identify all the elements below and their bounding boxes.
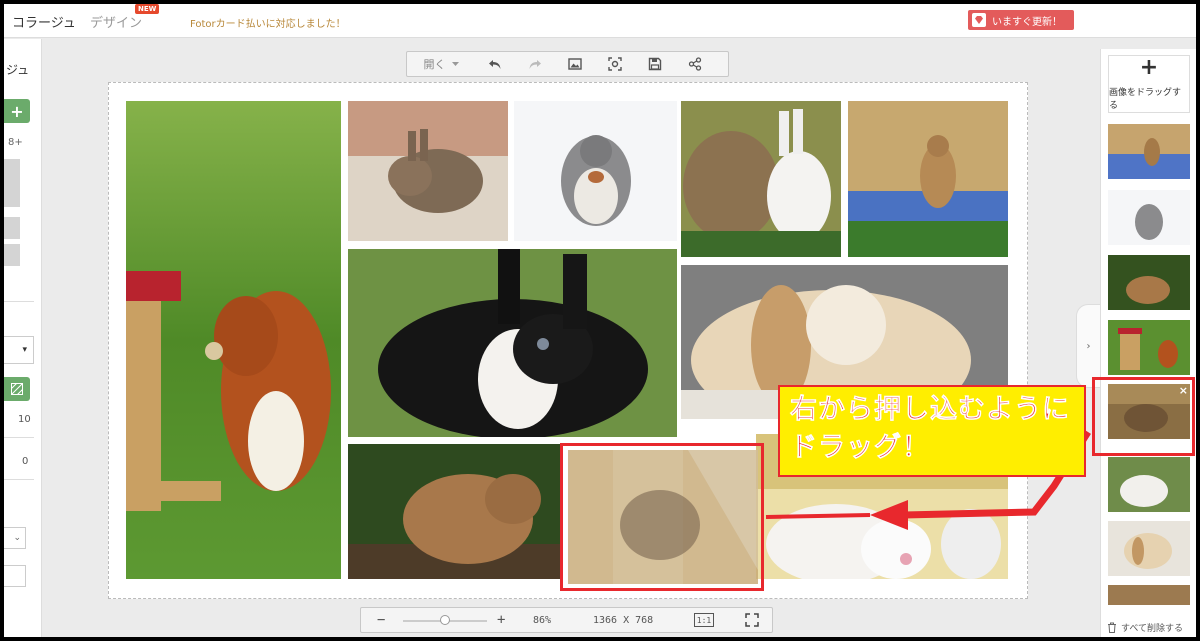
option-box[interactable]: ⌄ <box>4 527 26 549</box>
pattern-button[interactable] <box>4 377 30 401</box>
pattern-icon <box>11 383 23 395</box>
redo-button[interactable] <box>515 51 555 77</box>
zoom-slider-handle[interactable] <box>440 615 450 625</box>
option-box[interactable] <box>4 565 26 587</box>
panel-title: ジュ <box>6 63 30 77</box>
ratio-dropdown[interactable]: ▾ <box>4 336 34 364</box>
update-now-button[interactable]: いますぐ更新！ <box>968 10 1074 30</box>
actual-size-button[interactable]: 1:1 <box>694 613 714 627</box>
share-button[interactable] <box>675 51 715 77</box>
tab-collage[interactable]: コラージュ <box>12 12 76 31</box>
image-button[interactable] <box>555 51 595 77</box>
image-thumbnail[interactable] <box>1108 320 1190 375</box>
chevron-down-icon <box>451 61 459 66</box>
image-thumbnail[interactable] <box>1108 521 1190 576</box>
drag-image-label: 画像をドラッグする <box>1109 88 1182 111</box>
update-now-label: いますぐ更新！ <box>992 16 1062 28</box>
image-thumbnail[interactable] <box>1108 190 1190 245</box>
collage-cell-black-white-rabbit[interactable] <box>348 249 677 437</box>
clear-all-button[interactable]: すべて削除する <box>1107 621 1183 634</box>
image-icon <box>568 58 582 70</box>
fullscreen-icon[interactable] <box>745 613 759 627</box>
new-badge: NEW <box>135 4 160 14</box>
add-cell-button[interactable]: + <box>4 99 30 123</box>
image-thumbnail[interactable] <box>1108 124 1190 179</box>
image-thumbnail[interactable] <box>1108 585 1190 605</box>
chevron-down-icon: ▾ <box>22 345 27 355</box>
top-bar: コラージュ デザイン NEW Fotorカード払いに対応しました！ いますぐ更新… <box>4 4 1196 38</box>
clear-all-label: すべて削除する <box>1121 624 1184 634</box>
layout-option[interactable] <box>4 217 20 239</box>
collage-cell-bunny[interactable] <box>348 101 508 241</box>
plus-icon: + <box>1139 55 1159 80</box>
annotation-callout: 右から押し込むように ドラッグ！ <box>778 385 1086 477</box>
canvas-dimensions: 1366 X 768 <box>593 615 654 626</box>
tab-design[interactable]: デザイン <box>90 12 142 31</box>
collage-cell-ground-squirrel[interactable] <box>348 444 563 579</box>
chevron-right-icon: › <box>1086 340 1091 352</box>
collage-cell-squirrel-snow[interactable] <box>514 101 677 241</box>
annotation-text: 右から押し込むように ドラッグ！ <box>790 394 1070 464</box>
editor-toolbar: 開く <box>406 51 729 77</box>
collage-cell-two-rabbits[interactable] <box>681 101 841 257</box>
collage-cell-chipmunk-flowers[interactable] <box>848 101 1008 257</box>
collage-cell-squirrel-feeder[interactable] <box>126 101 341 579</box>
corner-radius-value[interactable]: 0 <box>22 456 28 467</box>
image-thumbnail[interactable] <box>1108 457 1190 512</box>
undo-icon <box>489 60 501 69</box>
trash-icon <box>1108 622 1116 633</box>
screenshot-icon <box>608 57 622 71</box>
right-panel: + 画像をドラッグする × すべて削除する <box>1100 49 1196 637</box>
undo-button[interactable] <box>475 51 515 77</box>
gem-icon <box>972 13 986 27</box>
zoom-bar: − + 86% 1366 X 768 1:1 <box>360 607 773 633</box>
divider <box>4 479 34 480</box>
panel-collapse-toggle[interactable]: › <box>1076 304 1100 388</box>
share-icon <box>688 57 702 71</box>
zoom-percent: 86% <box>533 615 552 626</box>
zoom-in-button[interactable]: + <box>497 612 505 628</box>
image-thumbnail[interactable] <box>1108 255 1190 310</box>
left-panel: ジュ + 8+ ▾ 10 0 ⌄ <box>4 39 42 637</box>
border-width-value[interactable]: 10 <box>18 414 31 425</box>
annotation-highlight-thumbnail <box>1092 377 1195 456</box>
screenshot-button[interactable] <box>595 51 635 77</box>
open-label: 開く <box>423 58 446 71</box>
add-image-button[interactable]: + 画像をドラッグする <box>1108 55 1190 113</box>
divider <box>4 301 34 302</box>
open-button[interactable]: 開く <box>407 56 475 72</box>
divider <box>4 437 34 438</box>
layout-count-label: 8+ <box>8 137 23 148</box>
app-window: コラージュ デザイン NEW Fotorカード払いに対応しました！ いますぐ更新… <box>4 4 1196 637</box>
save-icon <box>648 57 662 71</box>
layout-option[interactable] <box>4 244 20 266</box>
redo-icon <box>529 60 541 69</box>
annotation-highlight-drop <box>560 443 764 591</box>
payment-notice[interactable]: Fotorカード払いに対応しました！ <box>190 15 346 30</box>
layout-option[interactable] <box>4 159 20 207</box>
zoom-out-button[interactable]: − <box>377 612 385 628</box>
save-button[interactable] <box>635 51 675 77</box>
